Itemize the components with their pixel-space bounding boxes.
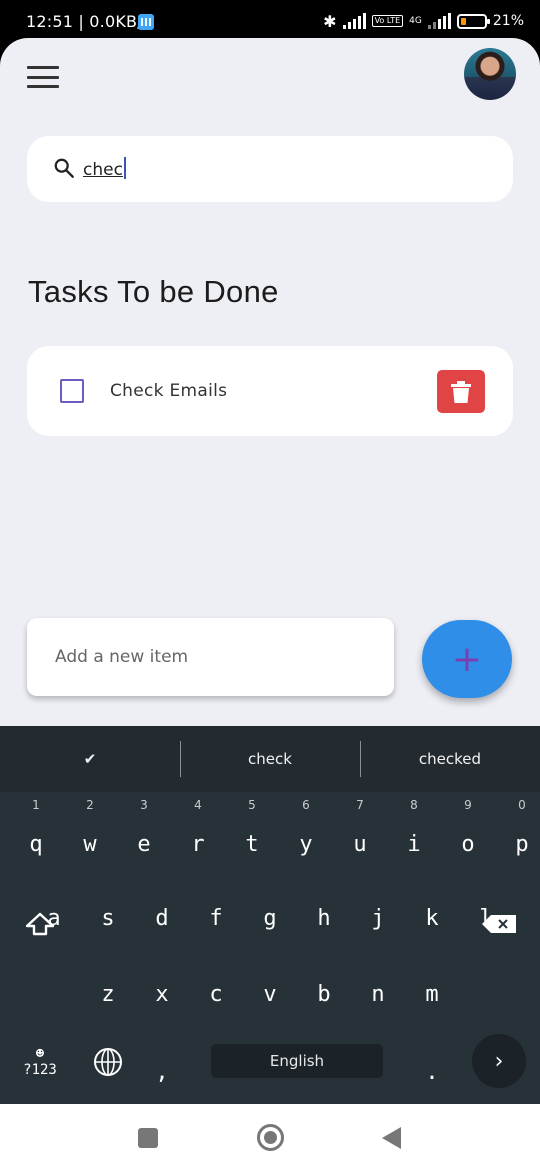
key-s[interactable]: s (81, 888, 135, 948)
bluetooth-icon: ✱ (323, 11, 337, 31)
hamburger-menu-icon[interactable] (27, 66, 59, 88)
home-button[interactable] (257, 1124, 284, 1151)
key-z[interactable]: z (81, 964, 135, 1024)
key-k[interactable]: k (405, 888, 459, 948)
key-hint: 0 (518, 798, 526, 812)
search-input[interactable]: chec (83, 157, 126, 180)
app-screen: chec Tasks To be Done Check Emails + (0, 38, 540, 726)
search-icon (54, 158, 74, 178)
shift-key[interactable] (13, 894, 67, 954)
key-hint: 3 (140, 798, 148, 812)
key-d[interactable]: d (135, 888, 189, 948)
signal-icon-2 (427, 13, 451, 29)
recents-button[interactable] (138, 1128, 158, 1148)
key-g[interactable]: g (243, 888, 297, 948)
back-button[interactable] (382, 1127, 401, 1149)
navigation-bar (0, 1104, 540, 1170)
key-p[interactable]: p (495, 814, 540, 874)
enter-key[interactable]: › (472, 1034, 526, 1088)
key-hint: 1 (32, 798, 40, 812)
signal-icon (342, 13, 366, 29)
key-o[interactable]: o (441, 814, 495, 874)
key-u[interactable]: u (333, 814, 387, 874)
key-r[interactable]: r (171, 814, 225, 874)
comma-key[interactable]: , (135, 1042, 189, 1102)
globe-icon (94, 1048, 122, 1076)
status-time: 12:51 | 0.0KB/s (26, 12, 152, 31)
key-e[interactable]: e (117, 814, 171, 874)
key-hint: 6 (302, 798, 310, 812)
add-item-input[interactable] (27, 618, 394, 696)
battery-fill (460, 17, 466, 25)
key-n[interactable]: n (351, 964, 405, 1024)
key-x[interactable]: x (135, 964, 189, 1024)
text-caret (123, 157, 126, 179)
key-j[interactable]: j (351, 888, 405, 948)
battery-icon (456, 13, 490, 29)
user-avatar[interactable] (464, 48, 516, 100)
space-key[interactable]: English (211, 1044, 383, 1078)
section-title: Tasks To be Done (28, 274, 279, 309)
key-hint: 9 (464, 798, 472, 812)
key-v[interactable]: v (243, 964, 297, 1024)
network-type: 4G (409, 15, 422, 26)
task-item[interactable]: Check Emails (27, 346, 513, 436)
search-bar[interactable]: chec (27, 136, 513, 202)
period-key[interactable]: . (405, 1042, 459, 1102)
battery-percent: 21% (492, 13, 524, 29)
key-hint: 7 (356, 798, 364, 812)
add-item-button[interactable]: + (422, 620, 512, 698)
key-y[interactable]: y (279, 814, 333, 874)
symbols-key[interactable]: ☻ ?123 (13, 1032, 67, 1092)
soft-keyboard: ✔ check checked q1w2e3r4t5y6u7i8o9p0asdf… (0, 726, 540, 1104)
add-item-field[interactable] (27, 618, 394, 696)
key-w[interactable]: w (63, 814, 117, 874)
suggestion-bar: ✔ check checked (0, 726, 540, 792)
key-h[interactable]: h (297, 888, 351, 948)
key-c[interactable]: c (189, 964, 243, 1024)
trash-icon (451, 381, 471, 403)
backspace-icon (482, 915, 516, 933)
delete-button[interactable] (437, 370, 485, 413)
task-label: Check Emails (110, 381, 228, 401)
suggestion-checkmark[interactable]: ✔ (0, 726, 180, 792)
suggestion-checked[interactable]: checked (360, 726, 540, 792)
language-key[interactable] (81, 1032, 135, 1092)
task-checkbox[interactable] (60, 379, 84, 403)
key-b[interactable]: b (297, 964, 351, 1024)
suggestion-check[interactable]: check (180, 726, 360, 792)
notification-app-icon (138, 14, 154, 30)
plus-icon: + (451, 638, 483, 680)
status-bar: 12:51 | 0.0KB/s ✱ Vo LTE 4G 21% (0, 0, 540, 40)
key-f[interactable]: f (189, 888, 243, 948)
key-i[interactable]: i (387, 814, 441, 874)
shift-icon (25, 912, 55, 936)
key-hint: 2 (86, 798, 94, 812)
key-hint: 4 (194, 798, 202, 812)
key-t[interactable]: t (225, 814, 279, 874)
emoji-icon: ☻ (35, 1046, 45, 1062)
key-m[interactable]: m (405, 964, 459, 1024)
backspace-key[interactable] (472, 894, 526, 954)
status-icons: ✱ Vo LTE 4G 21% (323, 10, 524, 32)
volte-icon: Vo LTE (371, 15, 404, 27)
key-hint: 8 (410, 798, 418, 812)
key-hint: 5 (248, 798, 256, 812)
key-q[interactable]: q (9, 814, 63, 874)
